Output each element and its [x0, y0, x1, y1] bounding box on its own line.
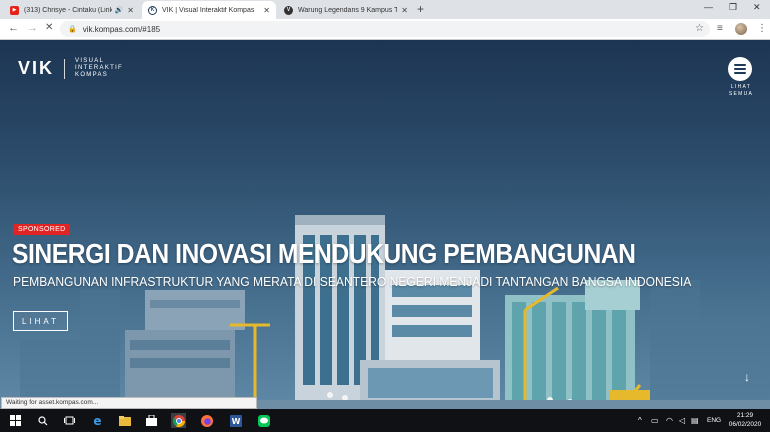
media-queue-icon[interactable]: ≡ — [717, 23, 723, 34]
close-window-icon[interactable]: ✕ — [753, 2, 761, 13]
view-all-menu-button[interactable] — [728, 57, 752, 81]
logo-divider — [64, 58, 66, 79]
tab-title: VIK | Visual Interaktif Kompas — [162, 6, 255, 14]
clock-date: 06/02/2020 — [728, 421, 762, 428]
tab-title: (313) Chrisye - Cintaku (Lirik — [24, 6, 112, 14]
lock-icon[interactable]: 🔒 — [68, 25, 77, 33]
svg-text:W: W — [231, 417, 240, 426]
minimize-icon[interactable]: — — [704, 2, 713, 12]
logo-line-3: KOMPAS — [75, 72, 109, 78]
windows-start-icon[interactable] — [8, 413, 23, 428]
language-indicator[interactable]: ENG — [707, 417, 721, 424]
search-icon[interactable] — [35, 413, 50, 428]
page-subheadline: PEMBANGUNAN INFRASTRUKTUR YANG MERATA DI… — [13, 274, 692, 289]
logo-line-2: INTERAKTIF — [75, 65, 124, 71]
store-icon[interactable] — [144, 413, 159, 428]
logo-brand: VIK — [18, 58, 55, 78]
profile-avatar[interactable] — [735, 23, 747, 35]
firefox-icon[interactable] — [199, 413, 214, 428]
taskbar-clock[interactable]: 21:29 06/02/2020 — [724, 411, 766, 429]
logo-subtitle: VISUAL INTERAKTIF KOMPAS — [75, 58, 123, 79]
notifications-icon[interactable]: ▤ — [691, 416, 699, 425]
sponsored-badge: SPONSORED — [13, 224, 71, 235]
new-tab-button[interactable]: + — [417, 2, 424, 16]
clock-time: 21:29 — [736, 412, 754, 419]
close-tab-icon[interactable]: ✕ — [401, 6, 408, 15]
line-app-icon[interactable] — [256, 413, 271, 428]
forward-icon[interactable]: → — [27, 22, 38, 34]
youtube-icon: ▶ — [10, 5, 19, 15]
vik-icon: V — [284, 5, 293, 15]
task-view-icon[interactable] — [62, 413, 77, 428]
vik-logo[interactable]: VIK VISUAL INTERAKTIF KOMPAS — [18, 58, 123, 79]
stop-loading-icon[interactable]: ✕ — [45, 22, 53, 33]
view-all-label[interactable]: LIHAT SEMUA — [724, 84, 758, 98]
tab-warung[interactable]: V Warung Legendaris 9 Kampus Te ✕ — [278, 1, 414, 19]
scroll-down-icon[interactable]: ↓ — [744, 370, 750, 384]
windows-taskbar: e W ^ ▭ ◠ ◁ ENG ▤ 21:29 06/02/2020 — [0, 409, 770, 432]
wifi-icon[interactable]: ◠ — [666, 416, 673, 425]
more-menu-icon[interactable]: ⋮ — [757, 23, 767, 34]
menu-label-line-2: SEMUA — [728, 91, 754, 97]
bookmark-star-icon[interactable]: ☆ — [695, 23, 704, 34]
chrome-icon[interactable] — [171, 413, 186, 428]
word-icon[interactable]: W — [228, 413, 243, 428]
volume-icon[interactable]: ◁ — [679, 416, 685, 425]
browser-toolbar: ← → ✕ 🔒 vik.kompas.com/#185 ☆ ≡ ⋮ — [0, 19, 770, 40]
kompas-icon: K — [148, 5, 157, 15]
speaker-icon[interactable]: 🔊 — [115, 6, 124, 14]
back-icon[interactable]: ← — [8, 22, 19, 34]
restore-icon[interactable]: ❐ — [729, 2, 737, 13]
loading-status: Waiting for asset.kompas.com... — [1, 397, 257, 409]
tab-strip: ▶ (313) Chrisye - Cintaku (Lirik 🔊 ✕ K V… — [0, 0, 770, 19]
edge-icon[interactable]: e — [90, 413, 105, 428]
network-icon[interactable]: ▭ — [651, 416, 659, 425]
hero-section: VIK VISUAL INTERAKTIF KOMPAS LIHAT SEMUA… — [0, 40, 770, 409]
list-menu-icon — [734, 62, 746, 76]
address-bar[interactable]: 🔒 vik.kompas.com/#185 — [60, 21, 710, 37]
tab-vik[interactable]: K VIK | Visual Interaktif Kompas ✕ — [142, 1, 276, 19]
close-tab-icon[interactable]: ✕ — [263, 6, 270, 15]
page-headline: SINERGI DAN INOVASI MENDUKUNG PEMBANGUNA… — [12, 238, 636, 269]
tab-title: Warung Legendaris 9 Kampus Te — [298, 6, 398, 14]
logo-line-1: VISUAL — [75, 58, 105, 64]
view-button[interactable]: LIHAT — [13, 311, 68, 331]
close-tab-icon[interactable]: ✕ — [127, 6, 134, 15]
url-text: vik.kompas.com/#185 — [82, 24, 161, 34]
menu-label-line-1: LIHAT — [730, 84, 752, 90]
file-explorer-icon[interactable] — [117, 413, 132, 428]
construction-illustration — [0, 215, 770, 409]
show-hidden-icons-icon[interactable]: ^ — [638, 416, 642, 425]
tab-youtube[interactable]: ▶ (313) Chrisye - Cintaku (Lirik 🔊 ✕ — [4, 1, 140, 19]
